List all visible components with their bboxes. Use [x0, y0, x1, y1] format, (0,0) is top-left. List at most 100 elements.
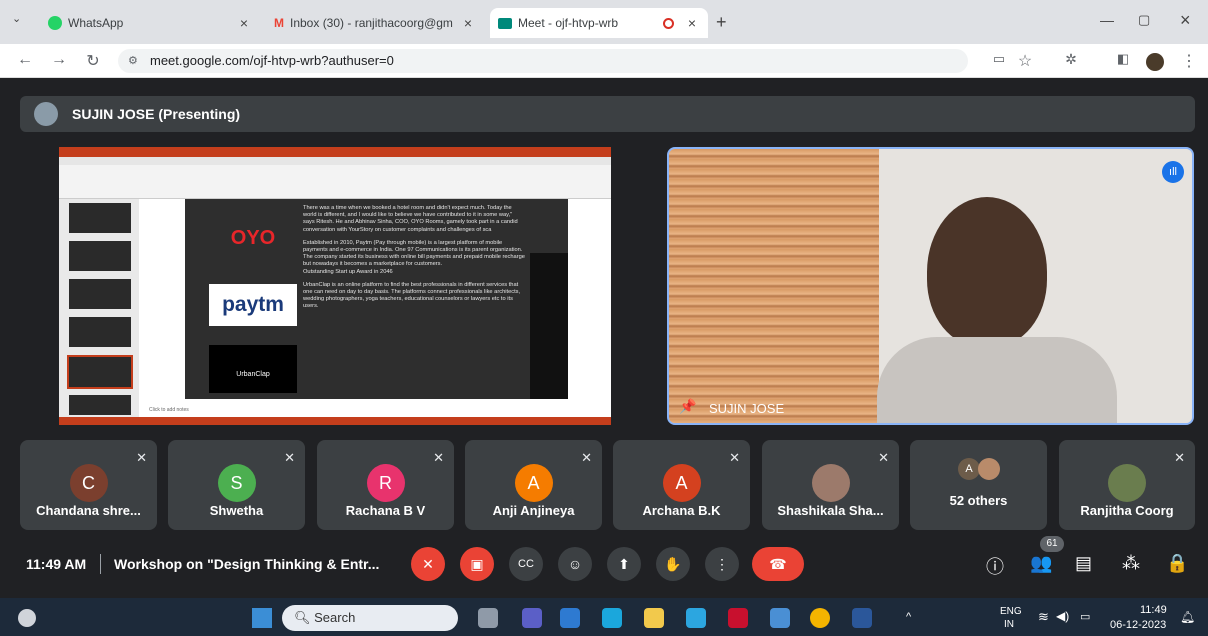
meeting-title: Workshop on "Design Thinking & Entr... — [114, 556, 380, 572]
camera-off-button[interactable]: ▣ — [460, 547, 494, 581]
weather-icon[interactable] — [18, 609, 36, 627]
tab-gmail[interactable]: M Inbox (30) - ranjithacoorg@gm × — [266, 8, 484, 38]
profile-avatar[interactable] — [1146, 53, 1164, 71]
tab-whatsapp[interactable]: WhatsApp × — [40, 8, 260, 38]
host-controls-icon[interactable]: 🔒 — [1166, 553, 1188, 574]
store-icon[interactable] — [560, 608, 580, 628]
minimize-icon[interactable]: — — [1100, 12, 1114, 28]
paytm-logo: paytm — [209, 284, 297, 326]
avatar: A — [514, 464, 553, 502]
file-explorer-icon[interactable] — [644, 608, 664, 628]
site-info-icon[interactable]: ⚙ — [128, 49, 138, 73]
avatar — [811, 464, 850, 502]
people-count-badge: 61 — [1040, 536, 1064, 552]
participant-tile[interactable]: ✕ A Archana B.K — [613, 440, 750, 530]
avatar — [34, 102, 58, 126]
word-icon[interactable] — [852, 608, 872, 628]
clock-date[interactable]: 06-12-2023 — [1110, 619, 1166, 631]
sidepanel-icon[interactable]: ◧ — [1112, 51, 1134, 67]
pin-icon[interactable]: 📌 — [679, 398, 696, 415]
notification-bell-icon[interactable]: 🔔︎ — [1180, 610, 1195, 624]
mic-off-button[interactable]: ✕ — [411, 547, 445, 581]
recording-icon — [663, 17, 674, 29]
participant-name: Archana B.K — [642, 503, 721, 518]
participant-name: Rachana B V — [345, 503, 426, 518]
close-icon[interactable]: × — [460, 15, 476, 31]
speaker-head — [927, 197, 1047, 347]
tab-strip: ⌄ WhatsApp × M Inbox (30) - ranjithacoor… — [0, 0, 1208, 44]
wifi-icon[interactable]: ≋ — [1038, 609, 1049, 625]
others-tile[interactable]: A 52 others — [910, 440, 1047, 530]
activities-icon[interactable]: ⁂ — [1122, 553, 1140, 574]
avatar: R — [366, 464, 405, 502]
mic-off-icon: ✕ — [729, 450, 740, 465]
participant-tile[interactable]: ✕ R Rachana B V — [317, 440, 454, 530]
mic-off-icon: ✕ — [581, 450, 592, 465]
app-icon[interactable] — [770, 608, 790, 628]
url-field[interactable]: ⚙ meet.google.com/ojf-htvp-wrb?authuser=… — [118, 49, 968, 73]
slide-para-oyo: There was a time when we booked a hotel … — [303, 205, 518, 233]
participant-tile[interactable]: ✕ Ranjitha Coorg — [1059, 440, 1195, 530]
emoji-button[interactable]: ☺ — [558, 547, 592, 581]
clock-time[interactable]: 11:49 — [1140, 604, 1167, 616]
speaker-video[interactable]: ıll 📌 SUJIN JOSE — [667, 147, 1194, 425]
people-icon[interactable]: 👥 — [1030, 553, 1052, 574]
close-icon[interactable]: × — [684, 15, 700, 31]
participant-tile[interactable]: ✕ Shashikala Sha... — [762, 440, 899, 530]
task-view-icon[interactable] — [478, 608, 498, 628]
battery-icon[interactable]: ▭ — [1080, 610, 1090, 623]
leave-call-button[interactable]: ☎ — [752, 547, 804, 581]
windows-start-icon[interactable] — [252, 608, 272, 628]
mic-off-icon: ✕ — [1174, 450, 1185, 465]
window-close-icon[interactable]: × — [1180, 10, 1191, 31]
lang-label[interactable]: ENG — [1000, 606, 1022, 617]
tab-meet[interactable]: Meet - ojf-htvp-wrb × — [490, 8, 708, 38]
speaker-label: SUJIN JOSE — [709, 401, 785, 416]
search-icon: 🔍︎ — [294, 610, 315, 625]
close-icon[interactable]: × — [236, 15, 252, 31]
mcafee-icon[interactable] — [728, 608, 748, 628]
captions-button[interactable]: CC — [509, 547, 543, 581]
mic-off-icon: ✕ — [284, 450, 295, 465]
chat-icon[interactable]: ▤ — [1075, 553, 1092, 574]
mic-off-icon: ✕ — [136, 450, 147, 465]
chrome-icon[interactable] — [810, 608, 830, 628]
info-icon[interactable]: ⓘ — [986, 553, 1004, 579]
tab-title: Meet - ojf-htvp-wrb — [518, 16, 619, 30]
tab-title: Inbox (30) - ranjithacoorg@gm — [290, 16, 453, 30]
meet-icon — [498, 17, 512, 29]
raise-hand-button[interactable]: ✋ — [656, 547, 690, 581]
menu-icon[interactable]: ⋮ — [1178, 51, 1200, 71]
ppt-statusbar — [59, 417, 611, 425]
present-button[interactable]: ⬆ — [607, 547, 641, 581]
taskbar-search[interactable]: 🔍︎ Search — [282, 605, 458, 631]
slide-thumbnails — [59, 199, 139, 417]
teams-icon[interactable] — [522, 608, 542, 628]
volume-icon[interactable]: ◀) — [1056, 609, 1069, 623]
back-icon[interactable]: ← — [14, 51, 36, 69]
tab-list-icon[interactable]: ⌄ — [12, 12, 21, 25]
app-icon[interactable] — [602, 608, 622, 628]
participant-tile[interactable]: ✕ C Chandana shre... — [20, 440, 157, 530]
search-label: Search — [314, 610, 356, 625]
bookmark-star-icon[interactable]: ☆ — [1014, 51, 1036, 71]
current-slide: OYO paytm UrbanClap There was a time whe… — [185, 199, 568, 399]
participant-tile[interactable]: ✕ A Anji Anjineya — [465, 440, 602, 530]
more-options-button[interactable]: ⋮ — [705, 547, 739, 581]
reload-icon[interactable]: ↻ — [82, 51, 104, 71]
restore-icon[interactable]: ▢ — [1138, 12, 1150, 28]
address-bar-row: ← → ↻ ⚙ meet.google.com/ojf-htvp-wrb?aut… — [0, 44, 1208, 78]
presenter-name: SUJIN JOSE (Presenting) — [72, 106, 241, 122]
slide-para-paytm: Established in 2010, Paytm (Pay through … — [303, 239, 525, 268]
new-tab-button[interactable]: + — [716, 12, 727, 33]
shared-screen[interactable]: OYO paytm UrbanClap There was a time whe… — [59, 147, 611, 425]
app-icon[interactable] — [686, 608, 706, 628]
extensions-icon[interactable]: ✲ — [1060, 51, 1082, 68]
mic-off-icon: ✕ — [878, 450, 889, 465]
tray-chevron-icon[interactable]: ^ — [906, 611, 911, 623]
participant-tile[interactable]: ✕ S Shwetha — [168, 440, 305, 530]
camera-icon[interactable]: ▭ — [988, 51, 1010, 67]
participant-name: Shwetha — [209, 503, 264, 518]
divider — [100, 554, 101, 574]
forward-icon[interactable]: → — [48, 51, 70, 69]
